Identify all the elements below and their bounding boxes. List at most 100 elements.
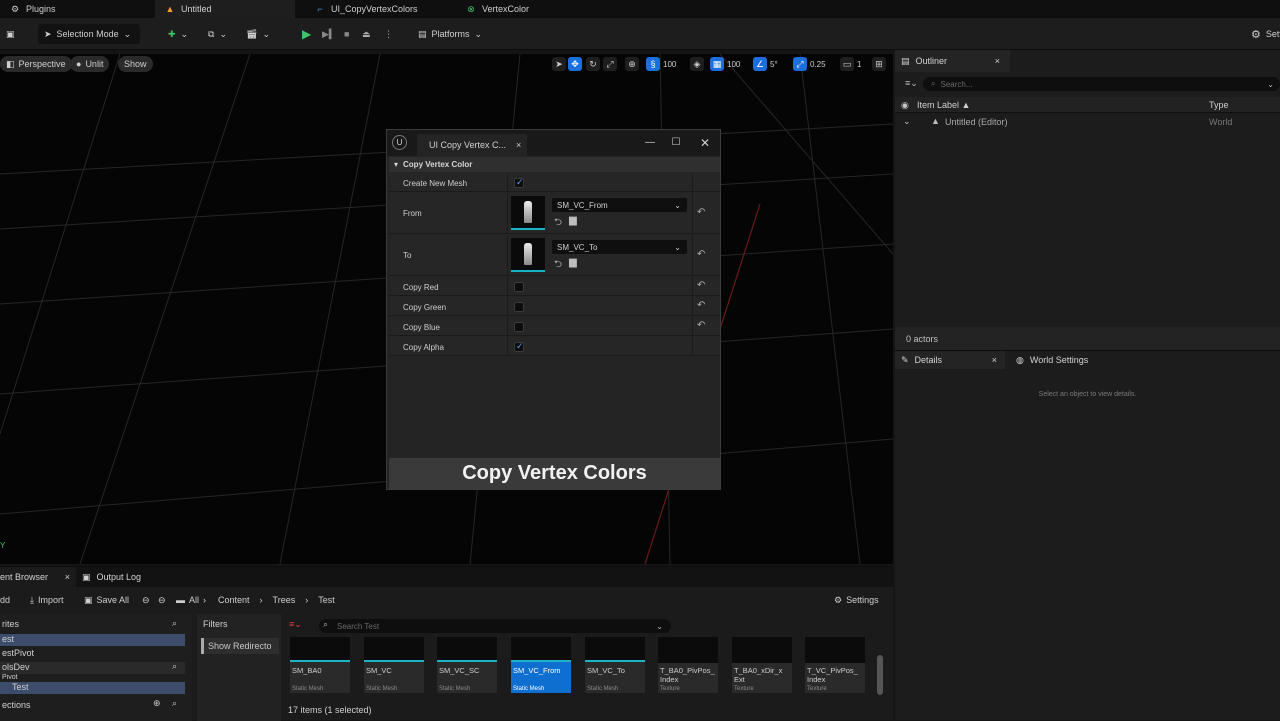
view-mode-button[interactable]: ● Unlit [70,56,110,72]
use-selected-icon[interactable]: ⮌ [554,215,562,232]
save-all-button[interactable]: ▣ Save All [84,593,129,607]
search-icon[interactable]: ⌕ [172,661,177,672]
window-title-bar[interactable]: U UI Copy Vertex C... × — ☐ ✕ [387,130,720,156]
close-icon[interactable]: × [516,140,521,150]
tab-ui-copyvertexcolors[interactable]: ⌐ UI_CopyVertexColors [315,0,417,18]
copy-alpha-checkbox[interactable] [514,341,524,352]
close-icon[interactable]: × [992,355,997,365]
copy-red-checkbox[interactable] [514,282,524,292]
copy-blue-checkbox[interactable] [514,322,524,332]
to-asset-picker[interactable]: SM_VC_To ⌄ [552,240,687,254]
translate-mode-button[interactable]: ✥ [568,57,582,71]
reset-icon[interactable]: ↶ [697,280,705,291]
use-selected-icon[interactable]: ⮌ [554,257,562,274]
outliner-tab[interactable]: ▤ Outliner × [895,50,1010,72]
coordinate-space-button[interactable]: ⊕ [625,57,639,71]
expand-arrow-icon[interactable]: ⌄ [903,116,911,127]
grid-snap-button[interactable]: ▦ 100 [710,57,740,71]
asset-search-input[interactable]: Search Test ⌄ [319,619,671,633]
asset-tile[interactable]: T_BA0_PivPos_ Index Texture [658,637,718,693]
save-icon[interactable]: ▣ [0,24,18,44]
from-mesh-thumbnail[interactable] [511,196,545,230]
surface-snap-button[interactable]: § 100 [646,57,676,71]
window-tab[interactable]: UI Copy Vertex C... × [417,134,527,156]
asset-tile[interactable]: SM_VC Static Mesh [364,637,424,693]
tree-item-toolsdev[interactable]: olsDev [0,662,185,674]
copy-vertex-colors-button[interactable]: Copy Vertex Colors [389,458,720,489]
tab-untitled[interactable]: ▲ Untitled [155,0,295,18]
add-actor-button[interactable]: ✚ ⌄ [162,24,194,44]
history-forward-button[interactable]: ⊖ [158,593,166,607]
breadcrumb-test[interactable]: Test [318,595,335,605]
maximize-icon[interactable]: ☐ [669,136,683,150]
camera-speed-button[interactable]: ▭ 1 [840,57,861,71]
rotation-snap-button[interactable]: ∠ 5° [753,57,778,71]
select-mode-button[interactable]: ➤ [552,57,566,71]
search-icon[interactable]: ⌕ [172,618,177,629]
tab-plugins[interactable]: ⚙ Plugins [10,0,56,18]
tab-output-log[interactable]: ▣ Output Log [82,567,141,587]
reset-icon[interactable]: ↶ [697,320,705,331]
create-new-mesh-checkbox[interactable] [514,177,524,188]
visibility-icon[interactable]: ◉ [901,100,909,111]
reset-icon[interactable]: ↶ [697,249,705,260]
selection-mode-dropdown[interactable]: ➤ Selection Mode ⌄ [38,24,140,44]
add-collection-icon[interactable]: ⊕ [153,698,161,709]
filter-icon[interactable]: ≡⌄ [289,619,302,630]
tab-world-settings[interactable]: ◍ World Settings [1010,351,1088,369]
column-type[interactable]: Type [1209,100,1229,110]
reset-icon[interactable]: ↶ [697,300,705,311]
scale-mode-button[interactable]: ⤢ [603,57,617,71]
asset-tile[interactable]: SM_BA0 Static Mesh [290,637,350,693]
maximize-viewport-button[interactable]: ⊞ [872,57,886,71]
breadcrumb-all[interactable]: All [189,595,199,605]
asset-tile[interactable]: T_BA0_xDir_x Ext Texture [732,637,792,693]
settings-button[interactable]: ⚙ Setti [1245,24,1280,44]
asset-tile-selected[interactable]: SM_VC_From Static Mesh [511,637,571,693]
asset-tile[interactable]: SM_VC_To Static Mesh [585,637,645,693]
outliner-row[interactable]: ⌄ ▲ Untitled (Editor) World [895,115,1280,129]
tree-item-testpivot[interactable]: estPivot [0,648,185,660]
tab-vertexcolor[interactable]: ⊗ VertexColor [466,0,529,18]
breadcrumb-trees[interactable]: Trees [273,595,296,605]
browse-folder-icon[interactable]: ▆ [569,215,577,232]
column-item-label[interactable]: Item Label ▲ [917,100,970,110]
tree-item-test-folder[interactable]: Test [0,682,185,694]
show-redirectors-filter[interactable]: Show Redirecto [201,638,279,654]
favorites-header[interactable]: rites [0,619,185,631]
add-button[interactable]: dd [0,593,10,607]
outliner-search-input[interactable]: ⌕ Search... ⌄ [923,77,1280,91]
platforms-dropdown[interactable]: ▤ Platforms ⌄ [412,24,488,44]
rotate-mode-button[interactable]: ↻ [586,57,600,71]
to-mesh-thumbnail[interactable] [511,238,545,272]
play-button[interactable]: ▶ [296,24,317,44]
asset-tile[interactable]: SM_VC_SC Static Mesh [437,637,497,693]
close-icon[interactable]: × [995,56,1000,66]
show-button[interactable]: Show [118,56,153,72]
close-icon[interactable]: × [65,572,70,582]
import-button[interactable]: ⤓ Import [30,593,64,607]
section-header[interactable]: ▾ Copy Vertex Color [389,157,720,172]
tree-item-test[interactable]: est [0,634,185,646]
minimize-icon[interactable]: — [643,136,657,150]
asset-tile[interactable]: T_VC_PivPos_ Index Texture [805,637,865,693]
content-settings-button[interactable]: ⚙ Settings [834,593,879,607]
cinematics-button[interactable]: 🎬︎ ⌄ [240,24,276,44]
filter-icon[interactable]: ≡⌄ [905,78,918,89]
tab-details[interactable]: ✎ Details × [895,351,1005,369]
drag-snap-button[interactable]: ◈ [690,57,704,71]
reset-icon[interactable]: ↶ [697,207,705,218]
history-back-button[interactable]: ⊖ [142,593,150,607]
scale-snap-button[interactable]: ⤢ 0.25 [793,57,826,71]
stop-button[interactable]: ■ [338,24,355,44]
copy-green-checkbox[interactable] [514,302,524,312]
blueprint-button[interactable]: ⧉ ⌄ [202,24,233,44]
browse-folder-icon[interactable]: ▆ [569,257,577,274]
eject-button[interactable]: ⏏ [356,24,377,44]
search-icon[interactable]: ⌕ [172,698,177,709]
breadcrumb-content[interactable]: Content [218,595,250,605]
perspective-button[interactable]: ◧ Perspective [0,56,72,72]
close-window-icon[interactable]: ✕ [698,136,712,150]
tree-item-pivot[interactable]: Pivot [0,674,185,682]
from-asset-picker[interactable]: SM_VC_From ⌄ [552,198,687,212]
